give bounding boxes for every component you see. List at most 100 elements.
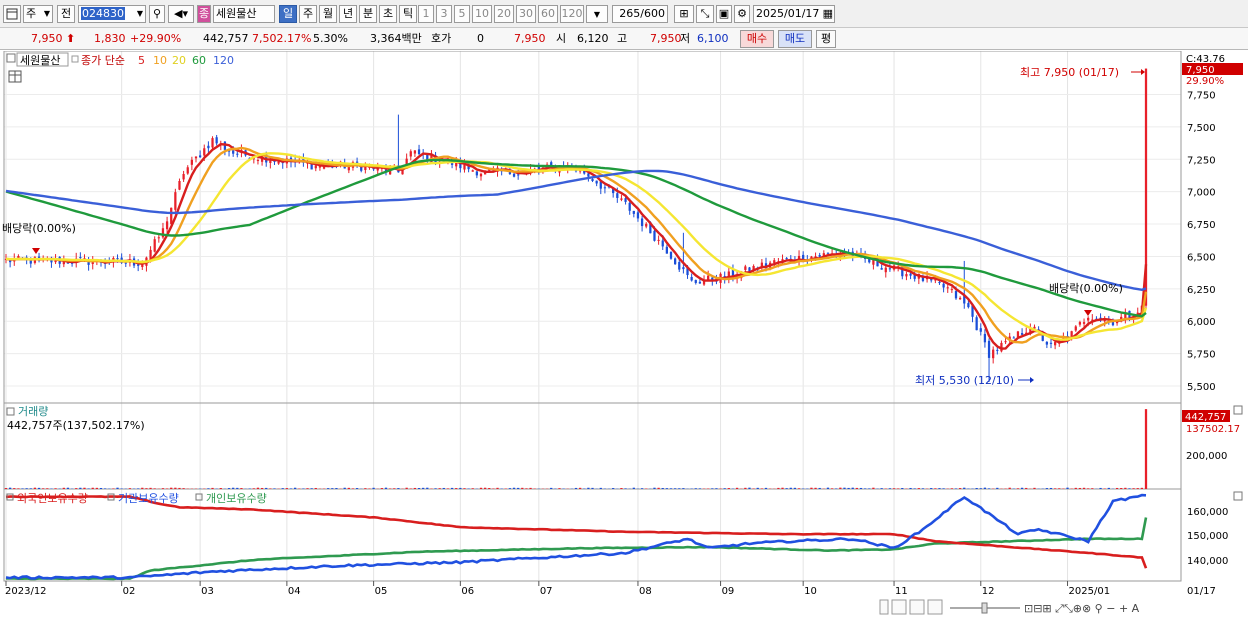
price-tick-label: 7,000	[1187, 188, 1216, 199]
volume-bar	[661, 487, 664, 489]
candle-body	[958, 297, 962, 300]
volume-bar	[335, 488, 338, 489]
candle-body	[1074, 326, 1077, 331]
candle-body	[517, 174, 520, 176]
speaker-icon[interactable]: ◀▾	[168, 5, 194, 23]
minute-step-1[interactable]: 1	[418, 5, 434, 23]
volume-bar	[178, 487, 181, 489]
stock-name-field[interactable]: 세원물산	[213, 5, 275, 23]
candle-body	[632, 210, 635, 214]
scroll-last-icon[interactable]	[927, 599, 943, 615]
current-price: 7,950	[31, 32, 63, 45]
candle-body	[141, 264, 144, 267]
x-tick-label-last: 01/17	[1187, 586, 1216, 597]
candle-body	[905, 274, 908, 277]
prev-button[interactable]: 전	[57, 5, 75, 23]
interval-tick[interactable]: 틱	[399, 5, 417, 23]
panel-menu-icon[interactable]	[6, 407, 15, 416]
interval-month[interactable]: 월	[319, 5, 337, 23]
search-icon[interactable]: ⚲	[149, 5, 165, 23]
candle-body	[203, 148, 206, 156]
panel-menu-icon[interactable]	[6, 53, 16, 63]
buy-button[interactable]: 매수	[740, 30, 774, 48]
period-select[interactable]: 주 ▼	[23, 5, 53, 23]
hoga-value: 0	[477, 32, 484, 45]
layout-icon[interactable]	[3, 5, 21, 23]
date-field[interactable]: 2025/01/17 ▦	[753, 5, 835, 23]
count-value: 265	[619, 7, 641, 20]
minute-step-60[interactable]: 60	[538, 5, 558, 23]
candle-body	[116, 258, 119, 260]
minute-step-120[interactable]: 120	[560, 5, 584, 23]
volume-bar	[434, 488, 437, 489]
interval-week[interactable]: 주	[299, 5, 317, 23]
avg-button[interactable]: 평	[816, 30, 836, 48]
candle-body	[678, 262, 681, 270]
price-tick-label: 6,750	[1187, 220, 1216, 231]
volume-bar	[913, 488, 916, 489]
volume-bar	[331, 488, 334, 489]
volume-bar	[711, 488, 714, 489]
turnover-percent: 5.30%	[313, 32, 348, 45]
volume-bar	[694, 488, 697, 489]
candle-body	[1012, 337, 1015, 339]
interval-second[interactable]: 초	[379, 5, 397, 23]
candle-body	[950, 289, 954, 291]
legend-box-individual[interactable]	[195, 493, 203, 501]
close-icon[interactable]	[1233, 491, 1243, 501]
x-tick-label: 08	[639, 586, 652, 597]
chevron-down-icon: ▼	[43, 9, 50, 18]
ma-legend-box[interactable]	[71, 55, 79, 63]
price-tick-label: 6,000	[1187, 317, 1216, 328]
interval-day[interactable]: 일	[279, 5, 297, 23]
volume-bar	[558, 488, 561, 489]
volume-ratio: 7,502.17%	[252, 32, 312, 45]
volume-bar	[137, 488, 140, 489]
volume-bar	[372, 487, 375, 489]
minute-step-10[interactable]: 10	[472, 5, 492, 23]
volume-bar	[917, 488, 920, 489]
step-dropdown[interactable]: ▼	[586, 5, 608, 23]
volume-bar	[479, 487, 483, 489]
compare-icon[interactable]: ⤡	[696, 5, 714, 23]
candle-body	[170, 207, 173, 224]
scroll-right-icon[interactable]	[879, 599, 889, 615]
candle-body	[884, 267, 887, 273]
volume-bar	[1020, 487, 1024, 489]
zoom-slider-handle[interactable]	[981, 602, 988, 614]
gear-icon[interactable]: ⚙	[734, 5, 750, 23]
candle-body	[207, 145, 210, 149]
close-icon[interactable]	[1233, 405, 1243, 415]
candle-body	[417, 149, 421, 154]
stop-icon[interactable]	[909, 599, 925, 615]
volume-bar	[888, 488, 892, 489]
volume-bar	[488, 488, 491, 489]
volume-bar	[141, 487, 144, 489]
minute-step-5[interactable]: 5	[454, 5, 470, 23]
minute-step-20[interactable]: 20	[494, 5, 514, 23]
minute-step-30[interactable]: 30	[516, 5, 536, 23]
stock-chart[interactable]: 5,500 5,750 6,000 6,250 6,500 6,750 7,000 7,250…	[0, 51, 1248, 621]
view-mode-icons[interactable]: ⊡⊟⊞ ⤢⤡⊕⊗ ⚲ − + A	[1024, 602, 1140, 615]
volume-bar	[91, 487, 94, 489]
count-max: /600	[640, 7, 665, 20]
x-tick-label: 05	[375, 586, 388, 597]
volume-bar	[673, 488, 677, 489]
save-icon[interactable]: ▣	[716, 5, 732, 23]
volume-bar	[388, 488, 392, 489]
minute-step-3[interactable]: 3	[436, 5, 452, 23]
volume-bar	[517, 487, 520, 489]
candle-body	[645, 223, 648, 227]
volume-bar	[863, 488, 867, 489]
interval-year[interactable]: 년	[339, 5, 357, 23]
last-price-label: 7,950	[1186, 65, 1215, 76]
count-field[interactable]: 265/600	[612, 5, 668, 23]
volume-bar	[380, 488, 384, 489]
x-axis: 2023/12 02 03 04 05 06 07 08 09 10 11 12 2025/01 01/1…	[5, 581, 1216, 597]
scroll-first-icon[interactable]	[891, 599, 907, 615]
sell-button[interactable]: 매도	[778, 30, 812, 48]
candle-body	[669, 251, 673, 259]
interval-minute[interactable]: 분	[359, 5, 377, 23]
stock-code-input[interactable]: 024830 ▼	[78, 5, 146, 23]
chart-settings-icon[interactable]: ⊞	[674, 5, 694, 23]
